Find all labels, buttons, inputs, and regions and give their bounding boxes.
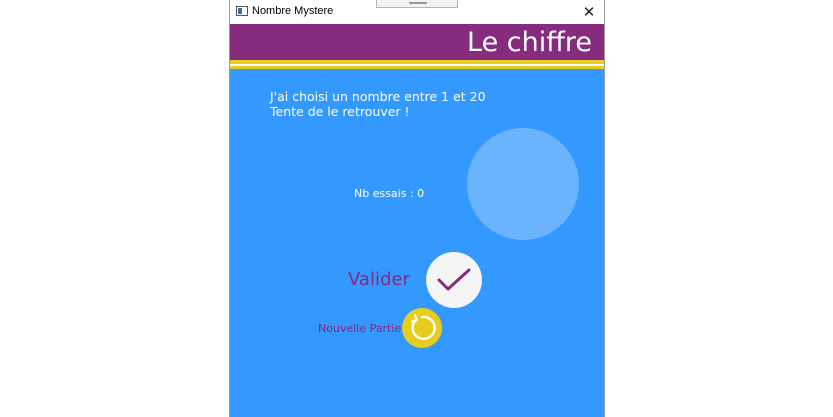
accent-stripe [230,60,604,69]
refresh-icon [410,314,436,341]
app-window-icon [236,6,248,16]
validate-button[interactable] [426,252,482,308]
new-game-button[interactable] [402,308,442,348]
drag-handle[interactable] [376,0,458,8]
window-title: Nombre Mystere [252,5,334,17]
instruction-line-1: J'ai choisi un nombre entre 1 et 20 [270,89,486,104]
header-bar: Le chiffre [230,24,604,60]
new-game-label[interactable]: Nouvelle Partie [318,322,401,335]
game-panel: Le chiffre J'ai choisi un nombre entre 1… [230,24,604,417]
close-button[interactable]: ✕ [574,0,604,24]
instructions: J'ai choisi un nombre entre 1 et 20 Tent… [270,89,486,119]
check-icon [437,268,471,291]
page-title: Le chiffre [467,27,592,58]
attempts-counter: Nb essais : 0 [354,187,425,200]
guess-input[interactable] [467,128,579,240]
app-window: Nombre Mystere ✕ Le chiffre J'ai choisi … [229,0,605,417]
instruction-line-2: Tente de le retrouver ! [270,104,410,119]
title-bar[interactable]: Nombre Mystere ✕ [230,0,604,24]
validate-label[interactable]: Valider [348,269,410,290]
